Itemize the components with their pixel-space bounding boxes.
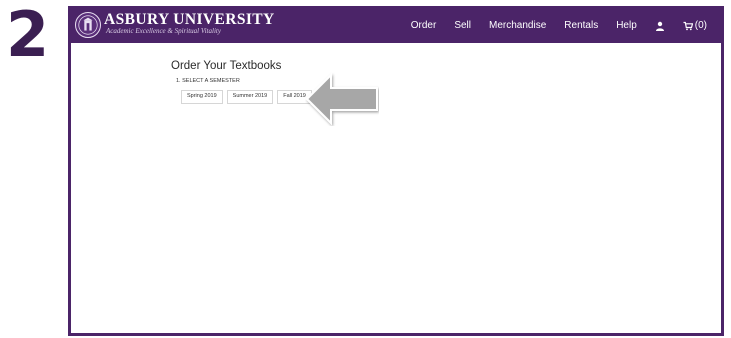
brand-tagline: Academic Excellence & Spiritual Vitality: [106, 27, 221, 35]
nav-help[interactable]: Help: [616, 21, 637, 31]
page-title: Order Your Textbooks: [171, 60, 282, 72]
seal-icon: [78, 15, 98, 35]
nav-order[interactable]: Order: [411, 21, 437, 31]
cart-icon: [683, 21, 693, 31]
nav-merchandise[interactable]: Merchandise: [489, 21, 546, 31]
nav-sell[interactable]: Sell: [454, 21, 471, 31]
university-seal-logo[interactable]: [75, 12, 101, 38]
semester-options: Spring 2019 Summer 2019 Fall 2019: [181, 90, 312, 104]
pointer-arrow-icon: [305, 72, 379, 126]
semester-step-label: 1. SELECT A SEMESTER: [176, 77, 240, 84]
semester-button-spring-2019[interactable]: Spring 2019: [181, 90, 223, 104]
step-number: 2: [6, 0, 49, 71]
main-nav: Order Sell Merchandise Rentals Help (0): [393, 9, 707, 43]
nav-rentals[interactable]: Rentals: [564, 21, 598, 31]
order-panel: Order Your Textbooks 1. SELECT A SEMESTE…: [171, 60, 312, 104]
user-icon[interactable]: [655, 21, 665, 31]
nav-cart[interactable]: (0): [683, 21, 707, 31]
brand-name[interactable]: ASBURY UNIVERSITY: [104, 12, 275, 28]
browser-frame: ASBURY UNIVERSITY Academic Excellence & …: [68, 6, 724, 336]
site-header: ASBURY UNIVERSITY Academic Excellence & …: [71, 9, 721, 43]
semester-button-summer-2019[interactable]: Summer 2019: [226, 90, 274, 104]
cart-count: (0): [694, 20, 707, 31]
